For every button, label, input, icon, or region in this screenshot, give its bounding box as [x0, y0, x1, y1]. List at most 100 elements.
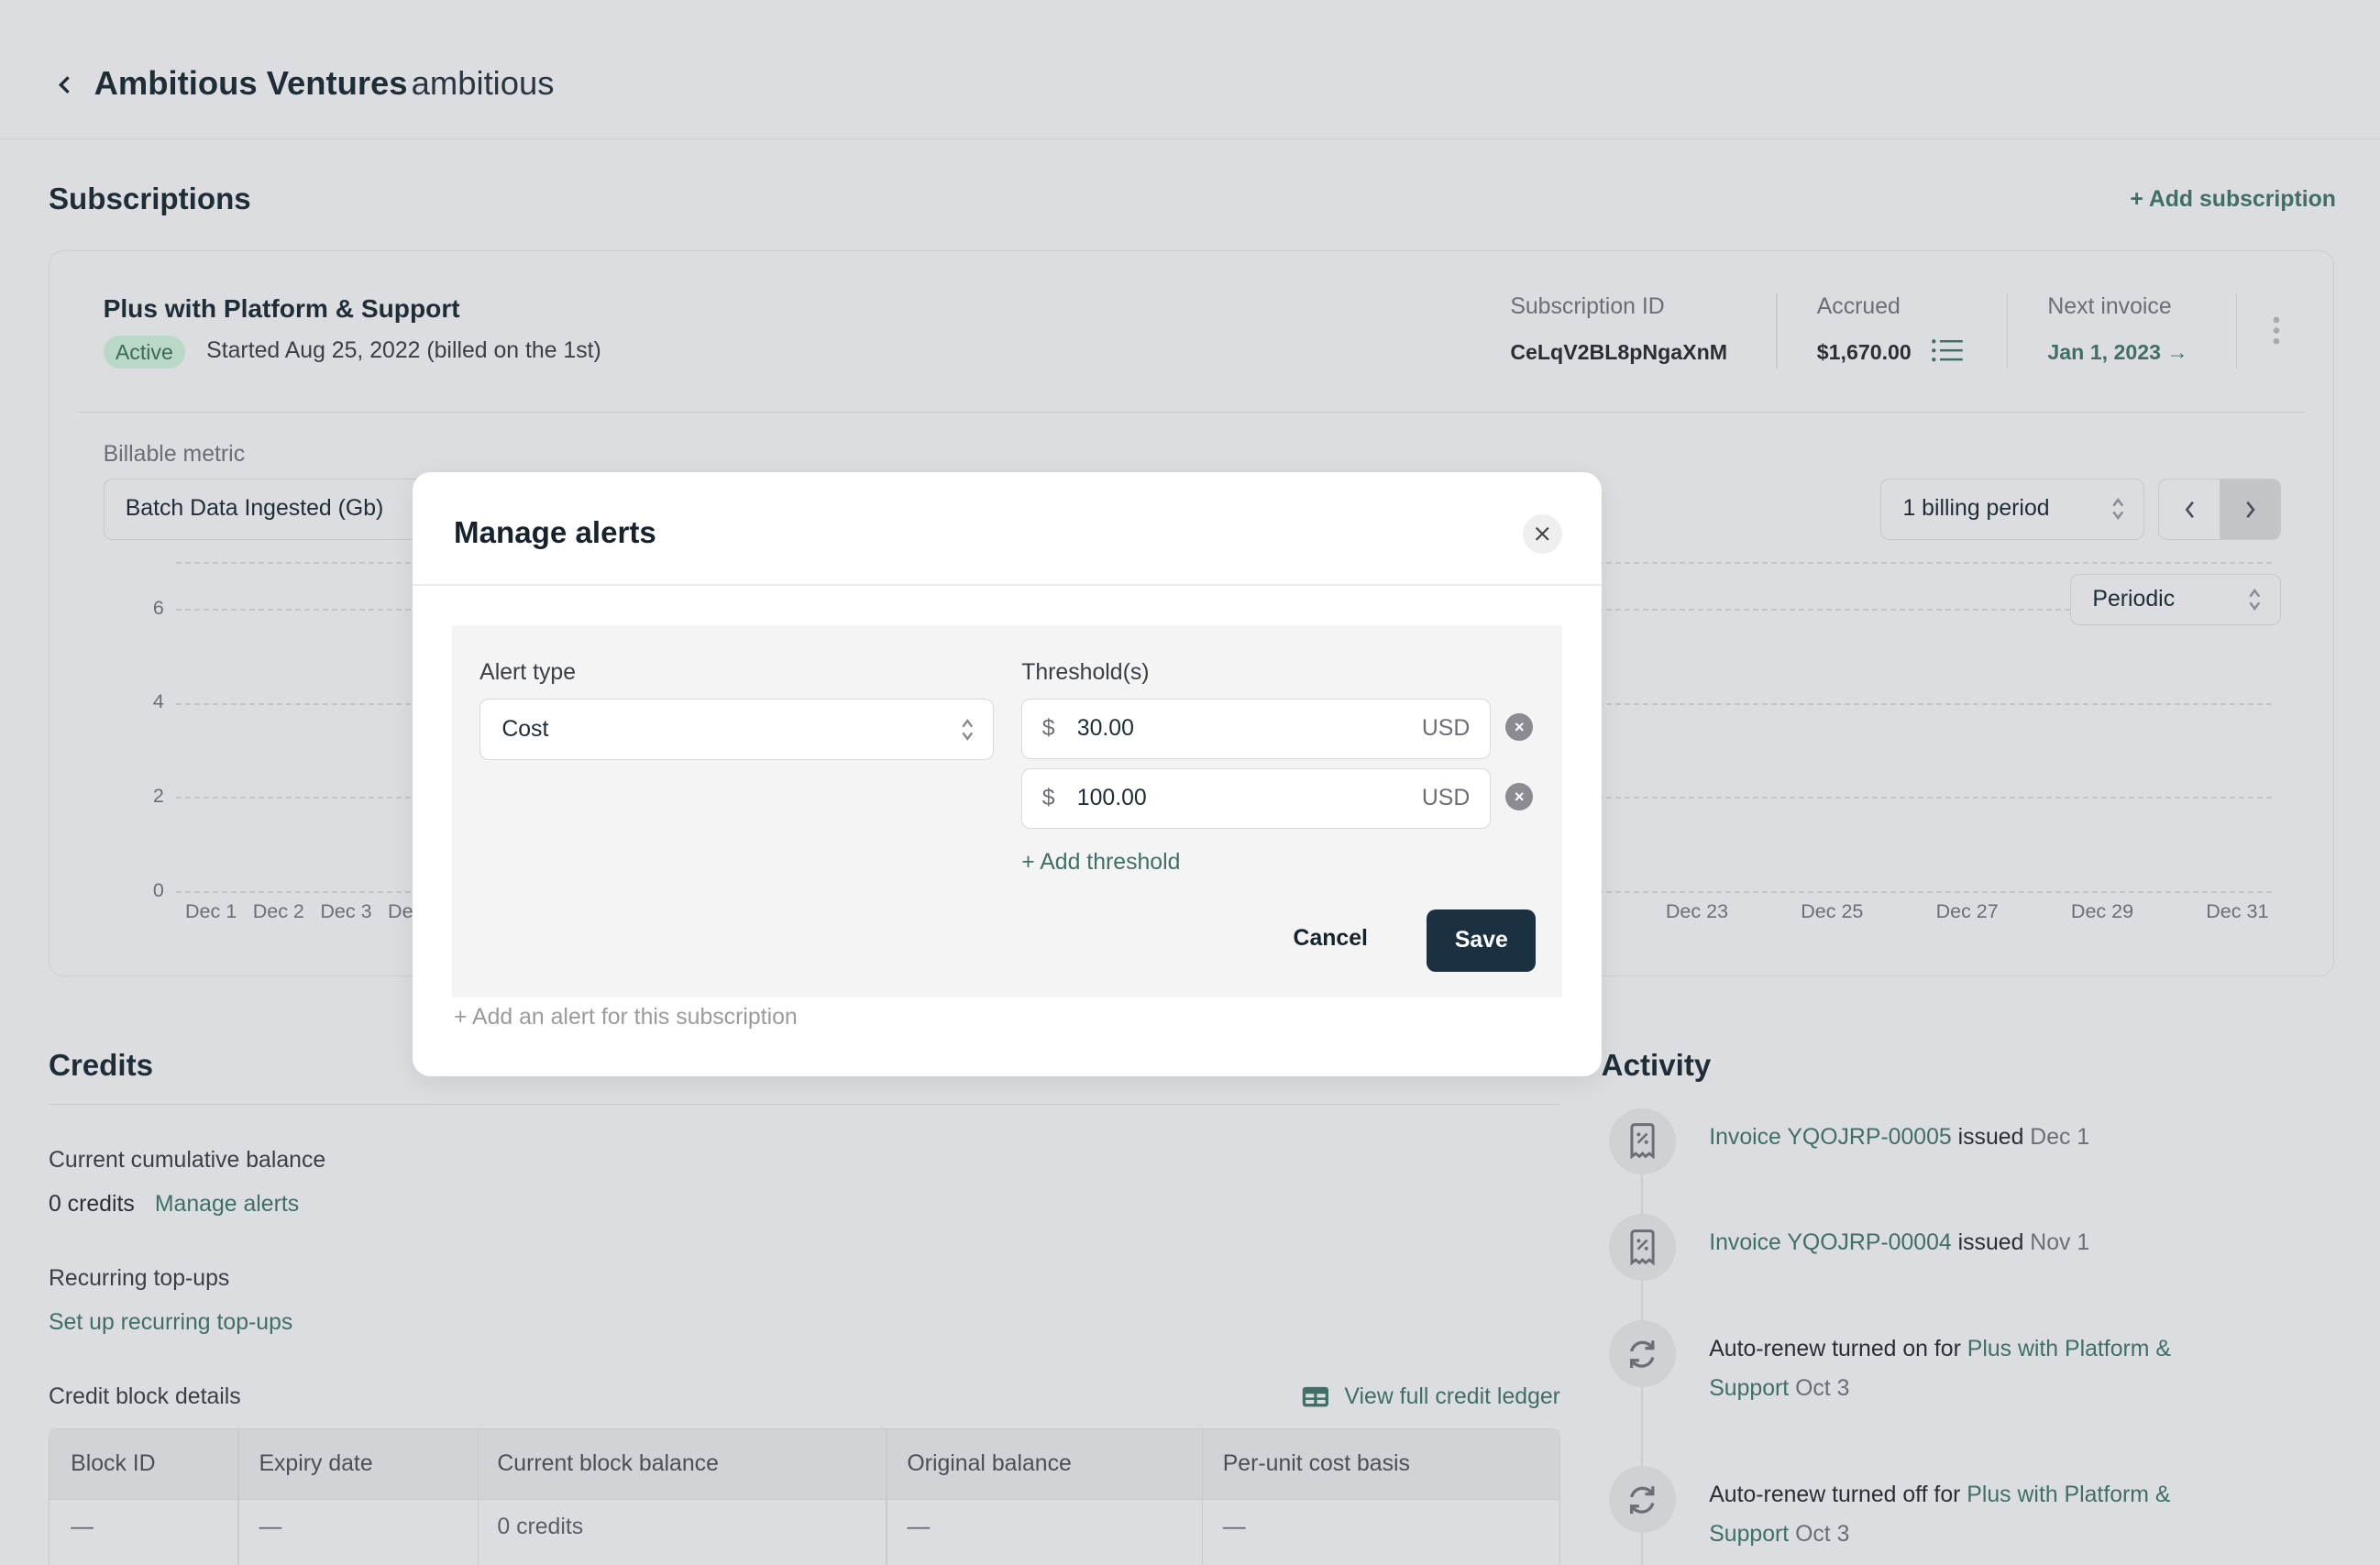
- column-header: Block ID: [71, 1450, 156, 1476]
- x-tick-label: Dec 2: [252, 899, 304, 922]
- column-header: Original balance: [907, 1450, 1072, 1476]
- accrued-label: Accrued: [1816, 294, 1901, 320]
- column-header: Current block balance: [497, 1450, 719, 1476]
- table-cell: —: [71, 1514, 94, 1539]
- manage-alerts-modal: Manage alerts Alert type Cost Threshold(…: [413, 471, 1602, 1076]
- activity-date: Nov 1: [2030, 1230, 2090, 1256]
- receipt-percent-icon: [1608, 1214, 1676, 1282]
- currency-symbol: $: [1041, 715, 1055, 741]
- mode-select[interactable]: Periodic: [2070, 573, 2282, 626]
- add-threshold-link[interactable]: + Add threshold: [1021, 850, 1180, 876]
- manage-alerts-link[interactable]: Manage alerts: [155, 1192, 299, 1218]
- column-divider: [237, 1428, 239, 1565]
- header-divider: [0, 138, 2380, 140]
- divider: [2006, 292, 2009, 369]
- billable-metric-value: Batch Data Ingested (Gb): [125, 496, 384, 522]
- period-select[interactable]: 1 billing period: [1880, 478, 2145, 541]
- alert-panel: Alert type Cost Threshold(s) $ 30.00 USD…: [452, 625, 1562, 997]
- y-tick-label: 0: [152, 878, 164, 901]
- remove-threshold-icon[interactable]: ×: [1505, 713, 1534, 741]
- table-icon: [1302, 1387, 1329, 1407]
- x-tick-label: Dec 25: [1801, 899, 1864, 922]
- table-cell: —: [907, 1514, 931, 1539]
- activity-item: Invoice YQOJRP-00005 issued Dec 1: [1709, 1118, 2225, 1157]
- setup-topups-link[interactable]: Set up recurring top-ups: [49, 1310, 292, 1336]
- alert-type-label: Alert type: [479, 660, 577, 686]
- currency-symbol: $: [1041, 785, 1055, 810]
- activity-item: Auto-renew turned on for Plus with Platf…: [1709, 1329, 2225, 1408]
- currency-code: USD: [1421, 785, 1471, 810]
- activity-date: Dec 1: [2030, 1124, 2090, 1150]
- divider: [2235, 292, 2238, 369]
- activity-date: Oct 3: [1789, 1522, 1850, 1548]
- y-tick-label: 2: [152, 784, 164, 807]
- alert-type-value: Cost: [501, 716, 549, 742]
- activity-date: Oct 3: [1789, 1376, 1850, 1402]
- threshold-input[interactable]: $ 100.00 USD: [1021, 767, 1491, 829]
- column-divider: [1201, 1428, 1204, 1565]
- card-divider: [77, 411, 2306, 413]
- credit-blocks-table: Block ID Expiry date Current block balan…: [48, 1427, 1560, 1565]
- subscriptions-title: Subscriptions: [48, 182, 251, 216]
- activity-text: issued: [1951, 1124, 2031, 1150]
- x-tick-label: Dec 23: [1665, 899, 1729, 922]
- activity-title: Activity: [1601, 1049, 1712, 1084]
- billable-metric-label: Billable metric: [103, 441, 246, 467]
- view-ledger-label: View full credit ledger: [1344, 1383, 1560, 1409]
- period-value: 1 billing period: [1902, 496, 2050, 522]
- back-chevron-icon[interactable]: [58, 74, 73, 95]
- modal-divider: [413, 584, 1602, 587]
- subscription-id-label: Subscription ID: [1510, 294, 1665, 320]
- view-ledger-link[interactable]: View full credit ledger: [1302, 1384, 1560, 1410]
- activity-link[interactable]: Invoice YQOJRP-00005: [1709, 1125, 1952, 1150]
- previous-period-button[interactable]: [2159, 479, 2220, 540]
- threshold-input[interactable]: $ 30.00 USD: [1021, 698, 1491, 759]
- save-button[interactable]: Save: [1427, 909, 1537, 972]
- mode-value: Periodic: [2092, 586, 2176, 612]
- table-cell: 0 credits: [497, 1514, 584, 1539]
- table-cell: —: [1222, 1514, 1246, 1539]
- next-invoice-link[interactable]: Jan 1, 2023 →: [2047, 340, 2187, 365]
- chevron-up-down-icon: [2249, 588, 2261, 611]
- refresh-icon: [1608, 1320, 1676, 1388]
- next-period-button[interactable]: [2220, 479, 2281, 540]
- more-options-icon[interactable]: [2272, 315, 2281, 346]
- activity-text: Auto-renew turned on for: [1709, 1337, 1967, 1362]
- balance-value: 0 credits: [48, 1191, 135, 1217]
- topups-label: Recurring top-ups: [48, 1265, 230, 1291]
- remove-threshold-icon[interactable]: ×: [1505, 783, 1534, 811]
- activity-link[interactable]: Invoice YQOJRP-00004: [1709, 1230, 1952, 1255]
- threshold-value: 30.00: [1076, 715, 1134, 741]
- add-subscription-link[interactable]: + Add subscription: [2130, 187, 2336, 213]
- chevron-up-down-icon: [962, 718, 974, 741]
- divider: [1776, 292, 1778, 369]
- cancel-button[interactable]: Cancel: [1294, 926, 1368, 952]
- activity-text: issued: [1951, 1230, 2031, 1256]
- start-date: Started Aug 25, 2022 (billed on the 1st): [206, 338, 601, 364]
- close-icon: [1535, 527, 1549, 542]
- x-tick-label: Dec 29: [2070, 899, 2134, 922]
- threshold-value: 100.00: [1076, 785, 1147, 810]
- credits-divider: [48, 1103, 1560, 1106]
- chevron-left-icon: [2185, 501, 2194, 518]
- list-icon[interactable]: [1931, 338, 1964, 362]
- refresh-icon: [1608, 1466, 1676, 1534]
- next-invoice-label: Next invoice: [2047, 294, 2172, 320]
- activity-text: Auto-renew turned off for: [1709, 1482, 1967, 1508]
- modal-title: Manage alerts: [454, 515, 656, 550]
- close-button[interactable]: [1522, 514, 1562, 555]
- chevron-right-icon: [2246, 501, 2255, 518]
- alert-type-select[interactable]: Cost: [479, 698, 995, 761]
- thresholds-label: Threshold(s): [1021, 660, 1150, 686]
- column-divider: [477, 1428, 479, 1565]
- customer-slug: ambitious: [411, 63, 555, 102]
- credits-title: Credits: [48, 1049, 154, 1084]
- balance-label: Current cumulative balance: [48, 1147, 326, 1173]
- activity-item: Invoice YQOJRP-00004 issued Nov 1: [1709, 1223, 2225, 1262]
- column-header: Expiry date: [259, 1450, 373, 1476]
- accrued-amount: $1,670.00: [1816, 339, 1912, 364]
- column-header: Per-unit cost basis: [1222, 1450, 1410, 1476]
- add-alert-link[interactable]: + Add an alert for this subscription: [454, 1005, 798, 1030]
- page-title: Ambitious Ventures: [94, 63, 408, 102]
- chevron-up-down-icon: [2112, 498, 2124, 521]
